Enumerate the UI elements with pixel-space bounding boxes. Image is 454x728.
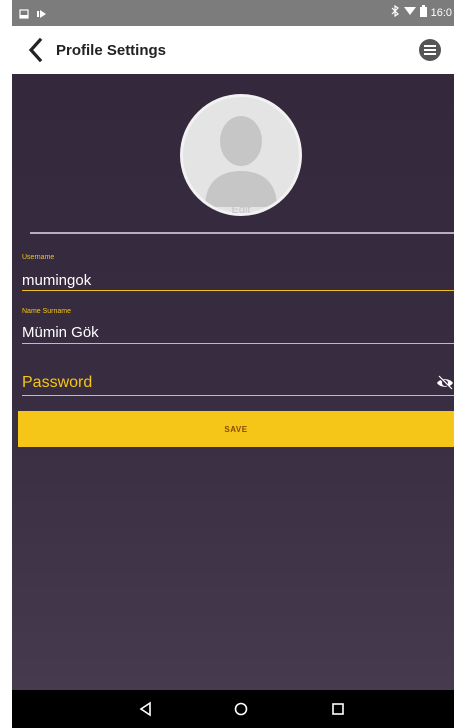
password-underline <box>22 395 454 396</box>
avatar[interactable] <box>180 94 302 216</box>
nav-home-button[interactable] <box>231 699 251 719</box>
navigation-bar <box>12 690 454 728</box>
name-field[interactable]: Mümin Gök <box>22 324 99 341</box>
menu-button[interactable] <box>418 38 442 62</box>
battery-icon <box>419 5 427 20</box>
password-visibility-toggle[interactable] <box>436 375 454 391</box>
status-left <box>19 6 47 24</box>
play-store-icon <box>37 6 47 24</box>
edit-avatar-link[interactable]: Edit <box>212 204 270 216</box>
name-label: Name Surname <box>22 308 72 315</box>
eye-off-icon <box>437 375 453 390</box>
status-bar: 16:0 <box>12 0 454 26</box>
menu-circle-icon <box>419 39 441 61</box>
username-field[interactable]: mumingok <box>22 272 91 289</box>
wifi-icon <box>403 6 416 19</box>
status-right: 16:0 <box>391 4 452 20</box>
app-bar: Profile Settings <box>12 26 454 74</box>
status-time: 16:0 <box>430 6 452 19</box>
sim-icon <box>19 6 29 24</box>
default-user-avatar-icon <box>205 116 277 207</box>
circle-home-icon <box>234 702 248 716</box>
username-label: Username <box>22 254 55 261</box>
nav-back-button[interactable] <box>136 699 156 719</box>
back-button[interactable] <box>24 36 48 64</box>
avatar-divider <box>30 232 454 234</box>
name-underline <box>22 343 454 344</box>
device-screen: 16:0 Profile Settings Edit Username mumi… <box>12 0 454 728</box>
bluetooth-icon <box>391 4 400 20</box>
chevron-left-icon <box>28 37 43 63</box>
save-button[interactable]: SAVE <box>18 411 454 447</box>
triangle-back-icon <box>139 701 151 717</box>
password-input[interactable] <box>22 370 422 396</box>
page-title: Profile Settings <box>56 42 167 59</box>
username-underline <box>22 290 454 291</box>
nav-recents-button[interactable] <box>328 699 348 719</box>
profile-form-area: Edit Username mumingok Name Surname Mümi… <box>12 74 454 690</box>
square-recents-icon <box>332 703 344 715</box>
